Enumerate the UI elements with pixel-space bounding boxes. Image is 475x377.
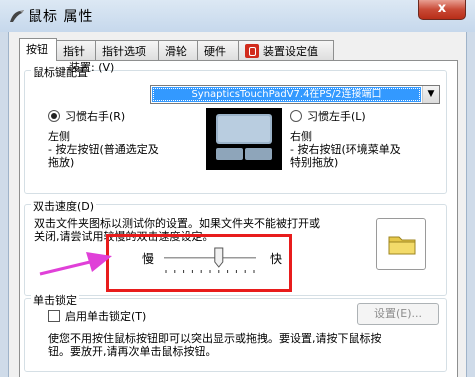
highlight-box: [106, 234, 292, 292]
click-lock-desc-2: 钮。要放开,请再次单击鼠标按钮。: [48, 345, 217, 358]
tab-pointer-options[interactable]: 指针选项: [95, 40, 159, 60]
device-select-value: SynapticsTouchPadV7.4在PS/2连接端口: [152, 87, 421, 102]
left-hand-label: 习惯左手(L): [307, 110, 366, 123]
annotation-arrow: [39, 252, 112, 276]
device-hotkey: (V): [98, 61, 115, 74]
device-settings-icon: [245, 44, 259, 58]
click-lock-label: 启用单击锁定(T): [65, 310, 147, 323]
right-hand-option[interactable]: 习惯右手(R): [48, 108, 125, 124]
right-hand-radio[interactable]: [48, 110, 60, 122]
tab-wheel[interactable]: 滑轮: [158, 40, 198, 60]
chevron-down-icon[interactable]: ▼: [422, 86, 439, 103]
click-lock-settings-button[interactable]: 设置(E)...: [357, 303, 439, 325]
right-hand-label: 习惯右手(R): [65, 110, 126, 123]
left-hand-option[interactable]: 习惯左手(L): [290, 108, 366, 124]
tab-device-settings-label: 装置设定值: [263, 45, 318, 58]
folder-icon[interactable]: [377, 219, 427, 271]
tab-pointers[interactable]: 指针: [56, 40, 96, 60]
tab-hardware[interactable]: 硬件: [197, 40, 239, 60]
click-lock-option[interactable]: 启用单击锁定(T): [48, 308, 146, 324]
tab-buttons[interactable]: 按钮: [19, 38, 57, 61]
touchpad-image: [206, 108, 282, 170]
device-select[interactable]: SynapticsTouchPadV7.4在PS/2连接端口 ▼: [150, 85, 440, 104]
test-folder-box[interactable]: [376, 218, 426, 270]
tab-device-settings[interactable]: 装置设定值: [238, 40, 334, 60]
right-side-desc-2: 特别拖放): [290, 156, 339, 169]
left-hand-radio[interactable]: [290, 110, 302, 122]
mouse-icon: [10, 10, 24, 22]
click-lock-group-title: 单击锁定: [31, 292, 79, 308]
window-title: 鼠标 属性: [28, 9, 94, 25]
double-click-group-title: 双击速度(D): [31, 198, 97, 214]
device-label: 装置: (V): [69, 59, 114, 75]
click-lock-checkbox[interactable]: [48, 310, 60, 322]
title-bar: 鼠标 属性 x: [0, 0, 475, 32]
left-side-desc-2: 拖放): [48, 156, 75, 169]
close-button[interactable]: x: [418, 0, 466, 20]
device-label-text: 装置:: [69, 61, 95, 74]
